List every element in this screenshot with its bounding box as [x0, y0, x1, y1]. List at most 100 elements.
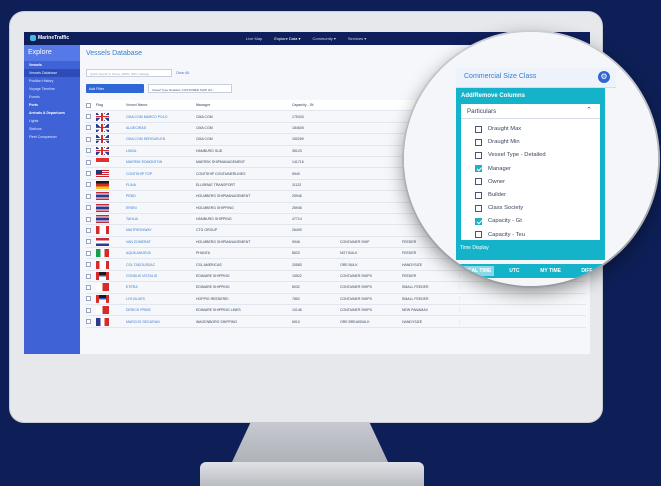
row-checkbox[interactable] — [86, 227, 96, 233]
table-row[interactable]: MARCOS SEGURAN WAGENBORG SHIPPING 6910 ORE … — [86, 316, 586, 328]
vessel-name-link[interactable]: CSL TADOUSSAC — [126, 263, 196, 267]
row-checkbox[interactable] — [86, 171, 96, 177]
time-tab[interactable]: DIFF — [569, 268, 605, 274]
checkbox[interactable] — [475, 231, 482, 239]
vessel-name-link[interactable]: LINDA — [126, 149, 196, 153]
checkbox[interactable] — [475, 125, 482, 133]
vessel-name-link[interactable]: MAERSK EDMONTON — [126, 160, 196, 164]
column-option[interactable]: Class Society — [475, 202, 523, 214]
column-option[interactable]: Capacity - Gt — [475, 215, 522, 227]
checkbox[interactable] — [475, 204, 482, 212]
column-header-flag[interactable]: Flag — [96, 103, 126, 107]
vessel-name-link[interactable]: AQUILANGEVA — [126, 251, 196, 255]
checkbox[interactable] — [475, 138, 482, 146]
vessel-name-link[interactable]: CONTSHIP TOP — [126, 172, 196, 176]
column-header-vessel-name[interactable]: Vessel Name — [126, 103, 196, 107]
row-checkbox[interactable] — [86, 284, 96, 290]
column-option[interactable]: Draught Max — [475, 123, 521, 135]
sidebar-item[interactable]: Fleet Comparison — [24, 133, 80, 141]
checkbox[interactable] — [475, 217, 482, 225]
vessel-name-link[interactable]: MARCOS SEGURAN — [126, 320, 196, 324]
row-checkbox[interactable] — [86, 114, 96, 120]
row-menu-icon[interactable]: ⋮ — [458, 285, 468, 289]
row-menu-icon[interactable]: ⋮ — [458, 297, 468, 301]
row-checkbox[interactable] — [86, 262, 96, 268]
row-checkbox[interactable] — [86, 216, 96, 222]
vessel-search-input[interactable]: Quick Search in Name, MMSI, IMO, Callsig… — [86, 69, 172, 77]
column-header-commercial-size-class[interactable]: Commercial Size Class — [464, 73, 536, 80]
column-option[interactable]: Capacity - Teu — [475, 229, 525, 241]
row-checkbox[interactable] — [86, 319, 96, 325]
nav-live-map[interactable]: Live Map — [246, 36, 262, 41]
row-menu-icon[interactable]: ⋮ — [458, 320, 468, 324]
row-menu-icon[interactable]: ⋮ — [458, 308, 468, 312]
time-tab[interactable]: UTC — [496, 268, 532, 274]
sidebar-item[interactable]: Voyage Timeline — [24, 85, 80, 93]
nav-services[interactable]: Services ▾ — [348, 36, 366, 41]
section-particulars[interactable]: Particulars — [467, 108, 496, 115]
row-checkbox[interactable] — [86, 159, 96, 165]
vessel-name-link[interactable]: ERIEN — [126, 206, 196, 210]
chevron-up-icon[interactable]: ⌃ — [586, 106, 592, 114]
type-cell: CONTAINER SHIPS — [340, 285, 372, 290]
column-header-manager[interactable]: Manager — [196, 103, 292, 107]
column-option[interactable]: Draught Min — [475, 136, 520, 148]
vessel-name-link[interactable]: TAHLIA — [126, 217, 196, 221]
row-checkbox[interactable] — [86, 273, 96, 279]
table-row[interactable]: LYS BLUES HOPPIG REEDEREI 7852 CONTAINER SH… — [86, 294, 586, 306]
table-row[interactable]: DERICK PRIDE EDIMARE SHIPPING LINES 10146 C… — [86, 305, 586, 317]
row-checkbox[interactable] — [86, 205, 96, 211]
row-checkbox[interactable] — [86, 307, 96, 313]
time-display-tabs: LOCAL TIME UTC MY TIME DIFF — [456, 264, 605, 278]
row-checkbox[interactable] — [86, 125, 96, 131]
vessel-name-link[interactable]: MAITRESHWAY — [126, 228, 196, 232]
vessel-name-link[interactable]: FLINA — [126, 183, 196, 187]
column-option[interactable]: Builder — [475, 189, 506, 201]
gear-icon[interactable]: ⚙ — [598, 71, 610, 83]
select-all-checkbox[interactable] — [86, 102, 96, 108]
sidebar-item[interactable]: Vessels — [24, 61, 80, 69]
brand-logo[interactable]: MarineTraffic — [30, 35, 69, 41]
vessel-name-link[interactable]: VAN ZOMERAT — [126, 240, 196, 244]
vessel-name-link[interactable]: ALGECIRAS — [126, 126, 196, 130]
vessel-name-link[interactable]: CMA CGM MARCO POLO — [126, 115, 196, 119]
sidebar-item[interactable]: Position History — [24, 77, 80, 85]
clear-all-link[interactable]: Clear All — [176, 71, 189, 75]
vessel-name-link[interactable]: DERICK PRIDE — [126, 308, 196, 312]
checkbox[interactable] — [475, 165, 482, 173]
column-option[interactable]: Vessel Type - Detailed — [475, 149, 546, 161]
add-filter-button[interactable]: Add Filter — [86, 84, 144, 93]
capacity-cell: 26490 — [292, 228, 302, 233]
vessel-name-link[interactable]: PEBO — [126, 194, 196, 198]
time-tab[interactable]: MY TIME — [533, 268, 569, 274]
checkbox[interactable] — [475, 178, 482, 186]
manager-cell: CTG GROUP — [196, 228, 218, 233]
row-checkbox[interactable] — [86, 239, 96, 245]
row-checkbox[interactable] — [86, 148, 96, 154]
column-option[interactable]: Manager — [475, 163, 511, 175]
vessel-name-link[interactable]: CMA CGM KERGUELEN — [126, 137, 196, 141]
nav-community[interactable]: Community ▾ — [312, 36, 335, 41]
flag-icon — [96, 146, 126, 155]
sidebar-item[interactable]: Arrivals & Departures — [24, 109, 80, 117]
column-header-capacity-gt[interactable]: Capacity - Gt — [292, 103, 340, 107]
sidebar-item[interactable]: Stations — [24, 125, 80, 133]
nav-explore-data[interactable]: Explore Data ▾ — [274, 36, 300, 41]
sidebar-item[interactable]: Events — [24, 93, 80, 101]
checkbox[interactable] — [475, 191, 482, 199]
sidebar-item[interactable]: Ports — [24, 101, 80, 109]
vessel-name-link[interactable]: ETERA — [126, 285, 196, 289]
row-checkbox[interactable] — [86, 193, 96, 199]
vessel-name-link[interactable]: CONSUS VISTALIS — [126, 274, 196, 278]
sidebar-item[interactable]: Lights — [24, 117, 80, 125]
sidebar-item[interactable]: Vessels Database — [24, 69, 80, 77]
checkbox[interactable] — [475, 151, 482, 159]
active-filter-chip[interactable]: Vessel Type Detailed: CONTAINER SHIP, EX… — [148, 84, 232, 93]
row-checkbox[interactable] — [86, 250, 96, 256]
vessel-name-link[interactable]: LYS BLUES — [126, 297, 196, 301]
time-tab[interactable]: LOCAL TIME — [458, 266, 495, 276]
column-option[interactable]: Owner — [475, 176, 505, 188]
row-checkbox[interactable] — [86, 182, 96, 188]
row-checkbox[interactable] — [86, 136, 96, 142]
row-checkbox[interactable] — [86, 296, 96, 302]
